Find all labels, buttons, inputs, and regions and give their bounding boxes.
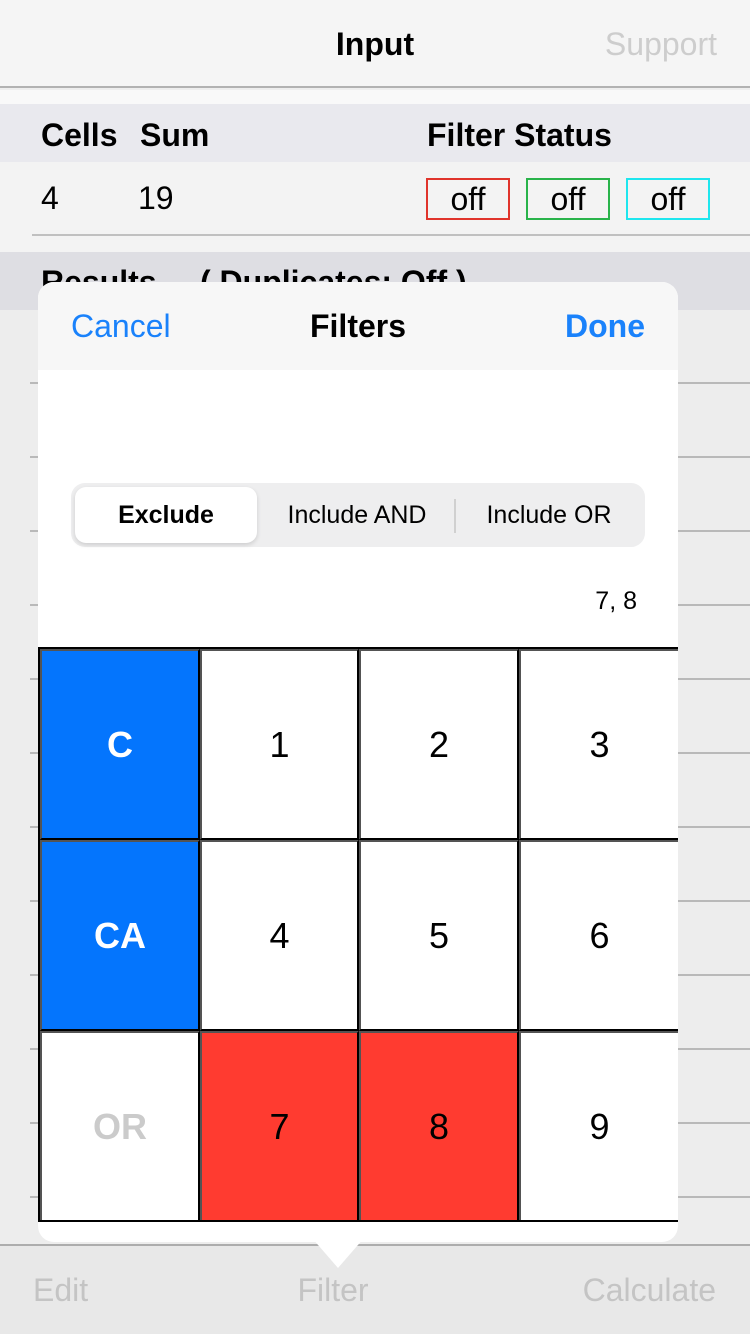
- popover-header: Cancel Filters Done: [38, 282, 678, 370]
- segment-divider: [454, 499, 456, 533]
- navigation-bar: Input Support: [0, 0, 750, 88]
- digit-key-2[interactable]: 2: [359, 649, 519, 840]
- digit-key-6[interactable]: 6: [519, 840, 678, 1031]
- digit-key-8[interactable]: 8: [359, 1031, 519, 1220]
- mode-key-c[interactable]: C: [40, 649, 200, 840]
- popover-arrow: [312, 1238, 364, 1268]
- sum-value: 19: [138, 180, 174, 216]
- digit-key-3[interactable]: 3: [519, 649, 678, 840]
- filters-popover: Cancel Filters Done Exclude Include AND …: [38, 282, 678, 1242]
- summary-header-row: Cells Sum Filter Status: [0, 104, 750, 162]
- cells-value: 4: [41, 180, 59, 216]
- row-divider: [32, 234, 750, 236]
- filter-status-badge-include-and[interactable]: off: [526, 178, 610, 220]
- cells-header: Cells: [41, 117, 118, 153]
- calculate-button[interactable]: Calculate: [583, 1272, 716, 1309]
- filter-status-badge-include-or[interactable]: off: [626, 178, 710, 220]
- digit-key-4[interactable]: 4: [200, 840, 359, 1031]
- spacer: [0, 90, 750, 104]
- selected-digits-summary: 7, 8: [595, 587, 637, 615]
- segment-exclude[interactable]: Exclude: [75, 487, 257, 543]
- digit-key-9[interactable]: 9: [519, 1031, 678, 1220]
- segment-include-or[interactable]: Include OR: [457, 487, 641, 543]
- digit-keypad: C 1 2 3 CA 4 5 6 OR 7 8 9: [38, 647, 678, 1222]
- digit-key-7[interactable]: 7: [200, 1031, 359, 1220]
- done-button[interactable]: Done: [565, 308, 645, 345]
- bottom-toolbar: Edit Filter Calculate: [0, 1244, 750, 1334]
- filter-status-header: Filter Status: [427, 117, 612, 153]
- filter-mode-segmented-control: Exclude Include AND Include OR: [71, 483, 645, 547]
- filter-status-badge-exclude[interactable]: off: [426, 178, 510, 220]
- digit-key-5[interactable]: 5: [359, 840, 519, 1031]
- sum-header: Sum: [140, 117, 210, 153]
- digit-key-1[interactable]: 1: [200, 649, 359, 840]
- mode-key-ca[interactable]: CA: [40, 840, 200, 1031]
- segment-include-and[interactable]: Include AND: [261, 487, 453, 543]
- support-button[interactable]: Support: [605, 26, 717, 63]
- filter-button[interactable]: Filter: [0, 1272, 666, 1309]
- summary-row: 4 19 off off off: [0, 162, 750, 252]
- mode-key-or[interactable]: OR: [40, 1031, 200, 1220]
